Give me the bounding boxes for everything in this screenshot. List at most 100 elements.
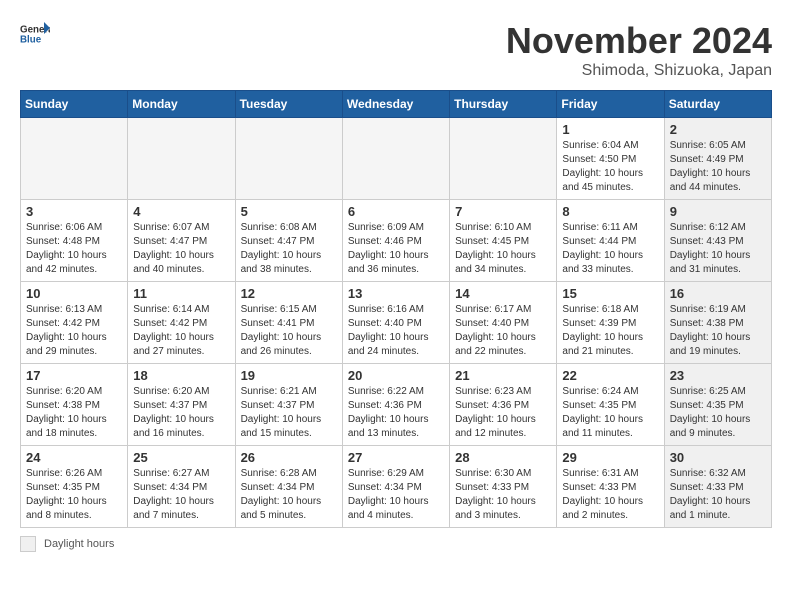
day-number: 27 <box>348 450 444 465</box>
week-row-3: 10 Sunrise: 6:13 AM Sunset: 4:42 PM Dayli… <box>21 282 772 364</box>
day-info: Sunrise: 6:23 AM Sunset: 4:36 PM Dayligh… <box>455 385 551 441</box>
week-row-1: 1 Sunrise: 6:04 AM Sunset: 4:50 PM Daylig… <box>21 118 772 200</box>
day-info: Sunrise: 6:07 AM Sunset: 4:47 PM Dayligh… <box>133 221 229 277</box>
calendar-cell-w5-d4: 27 Sunrise: 6:29 AM Sunset: 4:34 PM Dayli… <box>342 446 449 528</box>
day-info: Sunrise: 6:14 AM Sunset: 4:42 PM Dayligh… <box>133 303 229 359</box>
calendar-cell-w1-d5 <box>450 118 557 200</box>
location-subtitle: Shimoda, Shizuoka, Japan <box>506 62 772 80</box>
day-number: 17 <box>26 368 122 383</box>
day-number: 29 <box>562 450 658 465</box>
title-area: November 2024 Shimoda, Shizuoka, Japan <box>506 20 772 80</box>
calendar-cell-w4-d4: 20 Sunrise: 6:22 AM Sunset: 4:36 PM Dayli… <box>342 364 449 446</box>
day-number: 13 <box>348 286 444 301</box>
day-number: 21 <box>455 368 551 383</box>
calendar-cell-w1-d7: 2 Sunrise: 6:05 AM Sunset: 4:49 PM Daylig… <box>664 118 771 200</box>
day-number: 28 <box>455 450 551 465</box>
day-info: Sunrise: 6:21 AM Sunset: 4:37 PM Dayligh… <box>241 385 337 441</box>
day-number: 18 <box>133 368 229 383</box>
week-row-2: 3Sunrise: 6:06 AM Sunset: 4:48 PM Daylig… <box>21 200 772 282</box>
calendar-cell-w5-d3: 26Sunrise: 6:28 AM Sunset: 4:34 PM Dayli… <box>235 446 342 528</box>
day-number: 5 <box>241 204 337 219</box>
month-title: November 2024 <box>506 20 772 62</box>
calendar-cell-w2-d3: 5 Sunrise: 6:08 AM Sunset: 4:47 PM Daylig… <box>235 200 342 282</box>
day-number: 22 <box>562 368 658 383</box>
header-tuesday: Tuesday <box>235 91 342 118</box>
svg-text:Blue: Blue <box>20 34 42 45</box>
day-number: 10 <box>26 286 122 301</box>
day-info: Sunrise: 6:08 AM Sunset: 4:47 PM Dayligh… <box>241 221 337 277</box>
calendar-table: Sunday Monday Tuesday Wednesday Thursday… <box>20 90 772 528</box>
calendar-cell-w4-d5: 21 Sunrise: 6:23 AM Sunset: 4:36 PM Dayli… <box>450 364 557 446</box>
day-number: 12 <box>241 286 337 301</box>
day-info: Sunrise: 6:28 AM Sunset: 4:34 PM Dayligh… <box>241 467 337 523</box>
day-number: 7 <box>455 204 551 219</box>
day-number: 8 <box>562 204 658 219</box>
day-number: 25 <box>133 450 229 465</box>
day-info: Sunrise: 6:06 AM Sunset: 4:48 PM Dayligh… <box>26 221 122 277</box>
logo: General Blue <box>20 20 50 45</box>
calendar-cell-w2-d4: 6 Sunrise: 6:09 AM Sunset: 4:46 PM Daylig… <box>342 200 449 282</box>
day-info: Sunrise: 6:12 AM Sunset: 4:43 PM Dayligh… <box>670 221 766 277</box>
calendar-cell-w5-d2: 25 Sunrise: 6:27 AM Sunset: 4:34 PM Dayli… <box>128 446 235 528</box>
day-info: Sunrise: 6:27 AM Sunset: 4:34 PM Dayligh… <box>133 467 229 523</box>
day-number: 2 <box>670 122 766 137</box>
calendar-cell-w5-d6: 29 Sunrise: 6:31 AM Sunset: 4:33 PM Dayli… <box>557 446 664 528</box>
calendar-cell-w2-d5: 7 Sunrise: 6:10 AM Sunset: 4:45 PM Daylig… <box>450 200 557 282</box>
header-friday: Friday <box>557 91 664 118</box>
calendar-cell-w1-d1 <box>21 118 128 200</box>
calendar-cell-w2-d2: 4 Sunrise: 6:07 AM Sunset: 4:47 PM Daylig… <box>128 200 235 282</box>
header-thursday: Thursday <box>450 91 557 118</box>
day-info: Sunrise: 6:09 AM Sunset: 4:46 PM Dayligh… <box>348 221 444 277</box>
day-info: Sunrise: 6:25 AM Sunset: 4:35 PM Dayligh… <box>670 385 766 441</box>
day-number: 30 <box>670 450 766 465</box>
day-info: Sunrise: 6:32 AM Sunset: 4:33 PM Dayligh… <box>670 467 766 523</box>
calendar-cell-w4-d2: 18Sunrise: 6:20 AM Sunset: 4:37 PM Dayli… <box>128 364 235 446</box>
calendar-cell-w3-d2: 11 Sunrise: 6:14 AM Sunset: 4:42 PM Dayli… <box>128 282 235 364</box>
calendar-cell-w2-d6: 8 Sunrise: 6:11 AM Sunset: 4:44 PM Daylig… <box>557 200 664 282</box>
day-info: Sunrise: 6:26 AM Sunset: 4:35 PM Dayligh… <box>26 467 122 523</box>
day-number: 23 <box>670 368 766 383</box>
day-info: Sunrise: 6:30 AM Sunset: 4:33 PM Dayligh… <box>455 467 551 523</box>
calendar-cell-w3-d7: 16 Sunrise: 6:19 AM Sunset: 4:38 PM Dayli… <box>664 282 771 364</box>
calendar-cell-w4-d6: 22 Sunrise: 6:24 AM Sunset: 4:35 PM Dayli… <box>557 364 664 446</box>
legend-box <box>20 536 36 552</box>
calendar-cell-w5-d1: 24Sunrise: 6:26 AM Sunset: 4:35 PM Dayli… <box>21 446 128 528</box>
day-info: Sunrise: 6:17 AM Sunset: 4:40 PM Dayligh… <box>455 303 551 359</box>
day-info: Sunrise: 6:05 AM Sunset: 4:49 PM Dayligh… <box>670 139 766 195</box>
day-info: Sunrise: 6:18 AM Sunset: 4:39 PM Dayligh… <box>562 303 658 359</box>
week-row-4: 17Sunrise: 6:20 AM Sunset: 4:38 PM Dayli… <box>21 364 772 446</box>
logo-icon: General Blue <box>20 20 50 45</box>
calendar-cell-w4-d7: 23 Sunrise: 6:25 AM Sunset: 4:35 PM Dayli… <box>664 364 771 446</box>
day-info: Sunrise: 6:04 AM Sunset: 4:50 PM Dayligh… <box>562 139 658 195</box>
week-row-5: 24Sunrise: 6:26 AM Sunset: 4:35 PM Dayli… <box>21 446 772 528</box>
day-info: Sunrise: 6:29 AM Sunset: 4:34 PM Dayligh… <box>348 467 444 523</box>
legend: Daylight hours <box>20 536 772 552</box>
day-number: 11 <box>133 286 229 301</box>
day-info: Sunrise: 6:16 AM Sunset: 4:40 PM Dayligh… <box>348 303 444 359</box>
header-wednesday: Wednesday <box>342 91 449 118</box>
day-info: Sunrise: 6:13 AM Sunset: 4:42 PM Dayligh… <box>26 303 122 359</box>
calendar-cell-w4-d3: 19Sunrise: 6:21 AM Sunset: 4:37 PM Dayli… <box>235 364 342 446</box>
day-number: 15 <box>562 286 658 301</box>
day-number: 14 <box>455 286 551 301</box>
day-info: Sunrise: 6:11 AM Sunset: 4:44 PM Dayligh… <box>562 221 658 277</box>
calendar-cell-w3-d3: 12Sunrise: 6:15 AM Sunset: 4:41 PM Dayli… <box>235 282 342 364</box>
calendar-cell-w2-d1: 3Sunrise: 6:06 AM Sunset: 4:48 PM Daylig… <box>21 200 128 282</box>
day-info: Sunrise: 6:31 AM Sunset: 4:33 PM Dayligh… <box>562 467 658 523</box>
calendar-cell-w3-d4: 13 Sunrise: 6:16 AM Sunset: 4:40 PM Dayli… <box>342 282 449 364</box>
day-number: 1 <box>562 122 658 137</box>
day-number: 16 <box>670 286 766 301</box>
calendar-cell-w1-d2 <box>128 118 235 200</box>
legend-label: Daylight hours <box>44 538 114 550</box>
calendar-cell-w1-d6: 1 Sunrise: 6:04 AM Sunset: 4:50 PM Daylig… <box>557 118 664 200</box>
page-header: General Blue November 2024 Shimoda, Shiz… <box>20 20 772 80</box>
calendar-cell-w5-d5: 28 Sunrise: 6:30 AM Sunset: 4:33 PM Dayli… <box>450 446 557 528</box>
day-info: Sunrise: 6:22 AM Sunset: 4:36 PM Dayligh… <box>348 385 444 441</box>
day-info: Sunrise: 6:10 AM Sunset: 4:45 PM Dayligh… <box>455 221 551 277</box>
day-number: 4 <box>133 204 229 219</box>
day-info: Sunrise: 6:24 AM Sunset: 4:35 PM Dayligh… <box>562 385 658 441</box>
day-info: Sunrise: 6:19 AM Sunset: 4:38 PM Dayligh… <box>670 303 766 359</box>
calendar-cell-w1-d3 <box>235 118 342 200</box>
day-number: 6 <box>348 204 444 219</box>
day-number: 20 <box>348 368 444 383</box>
